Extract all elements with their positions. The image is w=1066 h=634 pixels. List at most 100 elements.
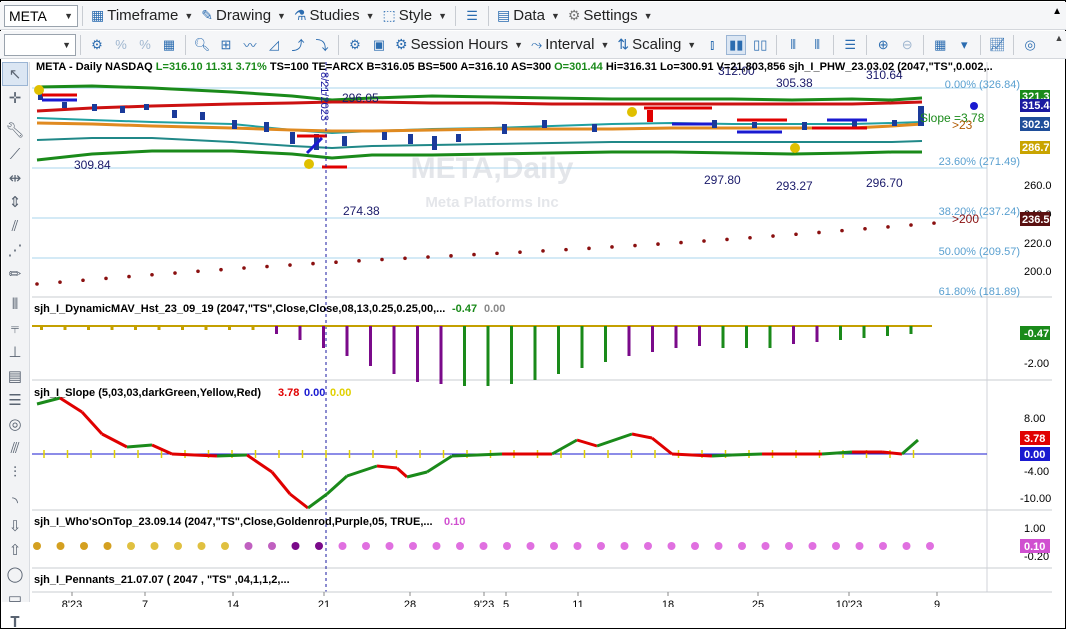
slope-segment	[821, 450, 853, 456]
layout-icon[interactable]: ☰	[462, 6, 482, 26]
chevron-down-icon: ▼	[600, 39, 610, 50]
slope-title: sjh_I_Slope (5,03,03,darkGreen,Yellow,Re…	[34, 387, 261, 399]
fib-fan-icon[interactable]: ⊥	[2, 340, 28, 364]
dropdown-icon[interactable]: ▾	[954, 35, 974, 55]
x-axis-tick: 9'23	[474, 599, 494, 607]
candle	[200, 112, 205, 120]
link-icon[interactable]: ⚙	[87, 35, 107, 55]
drawing-menu[interactable]: ✎ Drawing ▼	[197, 5, 290, 27]
ellipse-icon[interactable]: ◯	[2, 562, 28, 586]
object-settings-icon[interactable]: ⚙	[345, 35, 365, 55]
slope-segment	[426, 454, 453, 474]
bar-narrow-icon[interactable]: ⫴	[807, 35, 827, 55]
symbol-settings-icon[interactable]: ▣	[369, 35, 389, 55]
dmav-bar	[110, 326, 114, 330]
annotation-293: 293.27	[776, 179, 813, 193]
quote-volume: V=21,803,856	[716, 61, 786, 73]
chart-line-icon[interactable]: 〰	[240, 35, 260, 55]
chart-down-icon[interactable]: ⤵	[312, 35, 332, 55]
spiral-icon[interactable]: ◎	[2, 412, 28, 436]
quick-symbol-combobox[interactable]: ▼	[4, 33, 76, 56]
zoom-box-icon[interactable]: 🔍︎	[192, 35, 212, 55]
insert-icon[interactable]: ⊞	[216, 35, 236, 55]
speed-lines-icon[interactable]: ⫶	[2, 460, 28, 484]
x-axis-tick: 8'23	[62, 599, 82, 607]
wot-dot	[221, 542, 229, 550]
fib-icon[interactable]: ⫧	[2, 316, 28, 340]
vertical-bars-icon[interactable]: ⦀	[2, 292, 28, 316]
hollow-candle-icon[interactable]: ▯▯	[750, 35, 770, 55]
chart-up-icon[interactable]: ⤴	[288, 35, 308, 55]
bar-width-icon[interactable]: ⦀	[783, 35, 803, 55]
crosshair-icon[interactable]: ✛	[2, 86, 28, 110]
vertical-scrollbar[interactable]: ▲	[1053, 33, 1065, 600]
chart-plot-area[interactable]: META,Daily Meta Platforms Inc 0.00% (326…	[32, 62, 1052, 607]
bar-chart-icon[interactable]: ⫾	[702, 35, 722, 55]
channel-icon[interactable]: ⫽	[2, 214, 28, 238]
interval-label: Interval	[545, 36, 595, 53]
scaling-menu[interactable]: ⇅ Scaling ▼	[613, 34, 700, 56]
sar-dot	[725, 237, 729, 242]
timeframe-menu[interactable]: ▦ Timeframe ▼	[87, 5, 197, 27]
sar-dot	[863, 226, 867, 231]
arrow-up-icon[interactable]: ⇧	[2, 538, 28, 562]
toolbar-scroll-up-icon[interactable]: ▲	[1052, 6, 1062, 17]
x-axis-tick: 11	[572, 599, 583, 607]
wrench-icon[interactable]: 🔧︎	[2, 118, 28, 142]
grid-table-icon[interactable]: ▦	[159, 35, 179, 55]
globe-icon[interactable]: ◎	[1020, 35, 1040, 55]
symbol-combobox[interactable]: META ▼	[4, 4, 78, 27]
fib-grid-icon[interactable]: ▤	[2, 364, 28, 388]
ray-icon[interactable]: ⟋	[2, 142, 28, 166]
chart-area-icon[interactable]: ◿	[264, 35, 284, 55]
arc-icon[interactable]: ◝	[2, 490, 28, 514]
data-menu[interactable]: ▤ Data ▼	[493, 5, 564, 27]
sar-dot	[886, 225, 890, 229]
wot-dot	[644, 542, 652, 550]
horizontal-line-icon[interactable]: ⇹	[2, 166, 28, 190]
candle	[802, 122, 807, 130]
dmav-bar	[792, 326, 795, 344]
percent-icon[interactable]: %	[111, 35, 131, 55]
settings-menu[interactable]: ⚙ Settings ▼	[564, 5, 657, 27]
price-tag: 315.43	[1022, 100, 1052, 112]
workspace-grid-icon[interactable]: ▦	[930, 35, 950, 55]
percent-alt-icon[interactable]: %	[135, 35, 155, 55]
interval-menu[interactable]: ⤳ Interval ▼	[527, 34, 613, 56]
candle	[456, 134, 461, 142]
candle	[342, 136, 347, 146]
parallel-lines-icon[interactable]: ⋰	[2, 238, 28, 262]
dmav-bar	[557, 326, 560, 374]
panels-icon[interactable]: ☰	[840, 35, 860, 55]
pencil-draw-icon[interactable]: ✏	[2, 262, 28, 286]
marker-yellow	[34, 85, 44, 95]
candle	[92, 104, 97, 111]
style-menu[interactable]: ⬚ Style ▼	[379, 5, 452, 27]
dmav-bar	[228, 326, 231, 330]
session-hours-menu[interactable]: ⚙ Session Hours ▼	[391, 34, 527, 56]
zoom-out-icon[interactable]: ⊖	[897, 35, 917, 55]
candlestick-icon[interactable]: ▮▮	[726, 34, 747, 55]
wot-dot	[738, 542, 746, 550]
gann-icon[interactable]: ⫻	[2, 436, 28, 460]
marker-yellow	[790, 143, 800, 153]
trend-chart-icon[interactable]: 📈︎	[987, 35, 1007, 55]
dmav-bar	[439, 326, 443, 384]
sar-dot	[518, 250, 522, 254]
rectangle-icon[interactable]: ▭	[2, 586, 28, 610]
studies-menu[interactable]: ⚗ Studies ▼	[290, 5, 379, 27]
fib-arc-icon[interactable]: ☰	[2, 388, 28, 412]
pointer-icon[interactable]: ↖	[2, 62, 28, 86]
sar-dot	[35, 282, 39, 286]
x-axis: 8'23 7 14 21 28 9'23 5 11 18 25 10'23 9	[62, 592, 940, 607]
quote-study: sjh_I_PHW_23.03.02 (2047,"TS",0.002,..	[788, 61, 993, 73]
text-tool-icon[interactable]: 𝐓	[2, 610, 28, 634]
vertical-line-icon[interactable]: ⇕	[2, 190, 28, 214]
data-label: Data	[513, 7, 545, 24]
quote-bid: B=316.05	[366, 61, 415, 73]
price-tag: 236.59	[1022, 214, 1052, 226]
scroll-up-icon[interactable]: ▲	[1053, 33, 1065, 43]
arrow-down-icon[interactable]: ⇩	[2, 514, 28, 538]
sar-dot	[380, 257, 384, 262]
zoom-in-icon[interactable]: ⊕	[873, 35, 893, 55]
